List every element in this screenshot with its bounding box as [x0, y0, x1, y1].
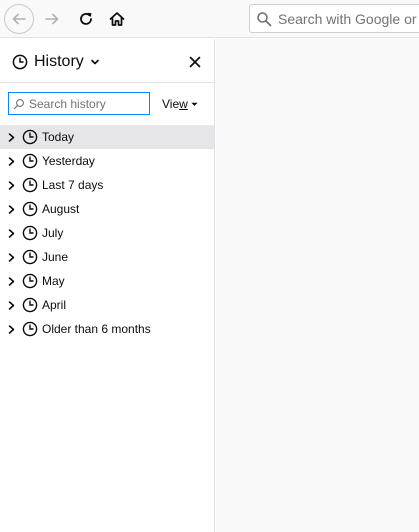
search-icon: [9, 98, 29, 110]
history-item-label: Last 7 days: [42, 178, 104, 192]
history-item[interactable]: August: [0, 197, 214, 221]
sidebar-title: History: [34, 53, 84, 70]
history-item-label: Yesterday: [42, 154, 95, 168]
clock-icon: [12, 54, 28, 70]
forward-arrow-icon: [45, 13, 59, 25]
expand-chevron-icon[interactable]: [8, 132, 16, 142]
expand-chevron-icon[interactable]: [8, 324, 16, 334]
history-search-field[interactable]: [8, 92, 150, 115]
home-button[interactable]: [102, 4, 132, 34]
sidebar-switcher-button[interactable]: History: [12, 51, 100, 73]
history-item-label: August: [42, 202, 80, 216]
back-arrow-icon: [12, 13, 26, 25]
reload-icon: [80, 12, 92, 25]
clock-icon: [22, 177, 38, 193]
search-icon: [250, 11, 278, 27]
expand-chevron-icon[interactable]: [8, 252, 16, 262]
reload-button[interactable]: [71, 4, 101, 34]
view-label-accesskey: w: [179, 97, 188, 111]
view-label: View: [162, 97, 188, 111]
clock-icon: [22, 201, 38, 217]
back-button[interactable]: [4, 4, 34, 34]
history-item-label: April: [42, 298, 67, 312]
history-item[interactable]: Yesterday: [0, 149, 214, 173]
home-icon: [109, 12, 125, 26]
content-area: [216, 39, 419, 532]
history-sidebar: History View Today Yesterday Last 7 days Au…: [0, 39, 215, 532]
clock-icon: [22, 225, 38, 241]
history-item-label: June: [42, 250, 69, 264]
history-item-label: July: [42, 226, 64, 240]
expand-chevron-icon[interactable]: [8, 204, 16, 214]
view-menu-button[interactable]: View: [162, 95, 199, 113]
history-item[interactable]: Today: [0, 125, 214, 149]
search-box[interactable]: [249, 4, 419, 33]
expand-chevron-icon[interactable]: [8, 228, 16, 238]
history-item[interactable]: April: [0, 293, 214, 317]
navigation-toolbar: [0, 0, 419, 38]
history-item[interactable]: Older than 6 months: [0, 317, 214, 341]
history-tree: Today Yesterday Last 7 days August July June M…: [0, 125, 214, 341]
history-search-input[interactable]: [29, 96, 147, 111]
history-item-label: May: [42, 274, 65, 288]
history-item[interactable]: May: [0, 269, 214, 293]
chevron-down-icon: [90, 59, 99, 65]
forward-button[interactable]: [37, 4, 67, 34]
clock-icon: [22, 273, 38, 289]
history-item[interactable]: July: [0, 221, 214, 245]
expand-chevron-icon[interactable]: [8, 180, 16, 190]
search-input[interactable]: [278, 10, 419, 27]
clock-icon: [22, 321, 38, 337]
view-label-text: Vie: [162, 97, 180, 111]
history-item[interactable]: Last 7 days: [0, 173, 214, 197]
clock-icon: [22, 249, 38, 265]
sidebar-header: History: [0, 39, 214, 83]
clock-icon: [22, 297, 38, 313]
close-sidebar-button[interactable]: [184, 51, 206, 73]
history-item-label: Today: [42, 130, 75, 144]
expand-chevron-icon[interactable]: [8, 276, 16, 286]
expand-chevron-icon[interactable]: [8, 300, 16, 310]
clock-icon: [22, 153, 38, 169]
close-icon: [189, 56, 201, 68]
clock-icon: [22, 129, 38, 145]
expand-chevron-icon[interactable]: [8, 156, 16, 166]
history-item[interactable]: June: [0, 245, 214, 269]
chevron-down-icon: [191, 102, 198, 106]
history-item-label: Older than 6 months: [42, 322, 151, 336]
